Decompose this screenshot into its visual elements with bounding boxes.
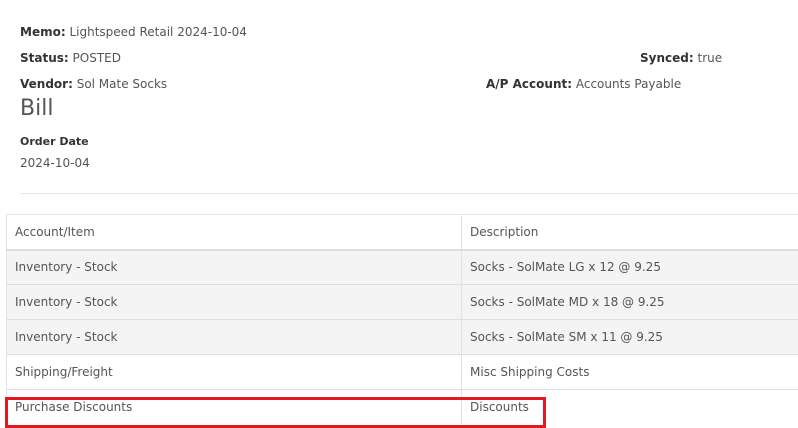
memo-line: Memo: Lightspeed Retail 2024-10-04 [20, 24, 247, 40]
synced-line: Synced: true [640, 50, 722, 66]
status-line: Status: POSTED [20, 50, 121, 66]
status-value: POSTED [72, 51, 121, 65]
cell-account: Inventory - Stock [6, 249, 462, 285]
bill-lines-table: Account/Item Description Inventory - Sto… [6, 214, 798, 425]
ap-account-line: A/P Account: Accounts Payable [486, 76, 681, 92]
cell-description: Socks - SolMate SM x 11 @ 9.25 [461, 319, 798, 355]
cell-account: Purchase Discounts [6, 389, 462, 425]
vendor-value: Sol Mate Socks [76, 77, 168, 91]
vendor-line: Vendor: Sol Mate Socks [20, 76, 167, 92]
memo-value: Lightspeed Retail 2024-10-04 [69, 25, 247, 39]
cell-description: Socks - SolMate MD x 18 @ 9.25 [461, 284, 798, 320]
column-header-description[interactable]: Description [461, 214, 798, 251]
cell-account: Shipping/Freight [6, 354, 462, 390]
memo-label: Memo: [20, 25, 66, 39]
vendor-label: Vendor: [20, 77, 73, 91]
table-row[interactable]: Inventory - Stock Socks - SolMate LG x 1… [6, 249, 798, 285]
cell-description: Misc Shipping Costs [461, 354, 798, 390]
table-row[interactable]: Inventory - Stock Socks - SolMate SM x 1… [6, 319, 798, 355]
table-header-row: Account/Item Description [6, 214, 798, 251]
synced-label: Synced: [640, 51, 694, 65]
cell-description: Socks - SolMate LG x 12 @ 9.25 [461, 249, 798, 285]
table-row[interactable]: Shipping/Freight Misc Shipping Costs [6, 354, 798, 390]
column-header-account[interactable]: Account/Item [6, 214, 462, 251]
page-title: Bill [20, 96, 54, 121]
synced-value: true [697, 51, 723, 65]
cell-account: Inventory - Stock [6, 284, 462, 320]
ap-account-value: Accounts Payable [575, 77, 682, 91]
order-date-label: Order Date [20, 135, 89, 148]
table-row-highlighted[interactable]: Purchase Discounts Discounts [6, 389, 798, 425]
cell-account: Inventory - Stock [6, 319, 462, 355]
order-date-value: 2024-10-04 [20, 156, 90, 170]
ap-account-label: A/P Account: [486, 77, 573, 91]
table-row[interactable]: Inventory - Stock Socks - SolMate MD x 1… [6, 284, 798, 320]
cell-description: Discounts [461, 389, 798, 425]
status-label: Status: [20, 51, 69, 65]
header-divider [20, 193, 798, 194]
